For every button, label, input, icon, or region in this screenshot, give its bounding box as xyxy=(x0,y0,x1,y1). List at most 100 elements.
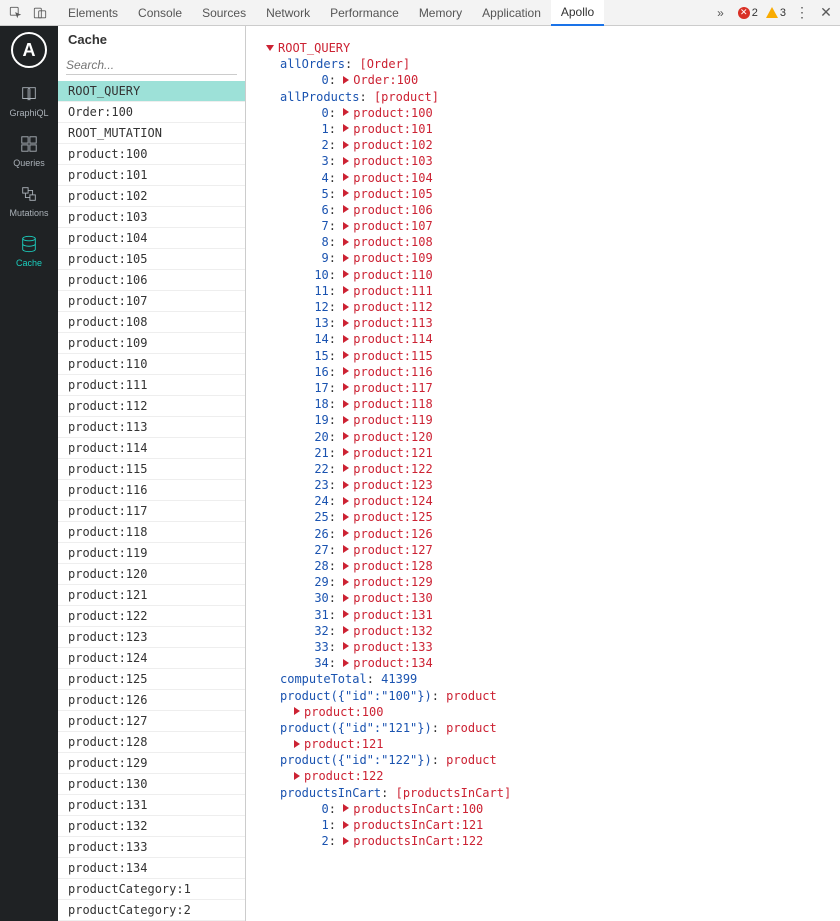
tree-ref-link[interactable]: product:114 xyxy=(353,332,432,346)
cache-entry[interactable]: product:129 xyxy=(58,753,245,774)
cache-entry[interactable]: product:113 xyxy=(58,417,245,438)
caret-right-icon[interactable] xyxy=(343,594,349,602)
tree-ref-link[interactable]: product:109 xyxy=(353,251,432,265)
devtools-tab-apollo[interactable]: Apollo xyxy=(551,0,604,26)
caret-right-icon[interactable] xyxy=(343,157,349,165)
caret-right-icon[interactable] xyxy=(343,659,349,667)
cache-entry[interactable]: product:110 xyxy=(58,354,245,375)
caret-right-icon[interactable] xyxy=(343,578,349,586)
cache-entry[interactable]: product:104 xyxy=(58,228,245,249)
vnav-item-queries[interactable]: Queries xyxy=(0,126,58,176)
caret-right-icon[interactable] xyxy=(343,76,349,84)
cache-entry[interactable]: product:103 xyxy=(58,207,245,228)
tree-ref-link[interactable]: productsInCart:100 xyxy=(353,802,483,816)
tree-ref-link[interactable]: product:122 xyxy=(304,769,383,783)
tree-ref-link[interactable]: product:110 xyxy=(353,268,432,282)
caret-right-icon[interactable] xyxy=(343,642,349,650)
caret-down-icon[interactable] xyxy=(266,45,274,51)
caret-right-icon[interactable] xyxy=(343,562,349,570)
tree-ref-link[interactable]: product:117 xyxy=(353,381,432,395)
cache-entry[interactable]: product:106 xyxy=(58,270,245,291)
caret-right-icon[interactable] xyxy=(343,837,349,845)
caret-right-icon[interactable] xyxy=(294,707,300,715)
devtools-tab-application[interactable]: Application xyxy=(472,0,551,26)
tree-ref-link[interactable]: Order:100 xyxy=(353,73,418,87)
caret-right-icon[interactable] xyxy=(343,481,349,489)
cache-entry[interactable]: product:107 xyxy=(58,291,245,312)
cache-entry[interactable]: product:111 xyxy=(58,375,245,396)
tree-ref-link[interactable]: product:132 xyxy=(353,624,432,638)
cache-entry[interactable]: product:101 xyxy=(58,165,245,186)
tree-ref-link[interactable]: product:111 xyxy=(353,284,432,298)
tree-field-key[interactable]: allProducts xyxy=(280,90,359,104)
cache-entry[interactable]: product:116 xyxy=(58,480,245,501)
cache-entry[interactable]: product:127 xyxy=(58,711,245,732)
vnav-item-graphiql[interactable]: GraphiQL xyxy=(0,76,58,126)
cache-entry[interactable]: product:124 xyxy=(58,648,245,669)
caret-right-icon[interactable] xyxy=(343,626,349,634)
vnav-item-mutations[interactable]: Mutations xyxy=(0,176,58,226)
tree-field-key[interactable]: product({"id":"121"}) xyxy=(280,721,432,735)
tree-ref-link[interactable]: product:112 xyxy=(353,300,432,314)
devtools-close-icon[interactable]: ✕ xyxy=(818,4,834,21)
cache-entry[interactable]: product:126 xyxy=(58,690,245,711)
tree-ref-link[interactable]: product:106 xyxy=(353,203,432,217)
caret-right-icon[interactable] xyxy=(343,513,349,521)
caret-right-icon[interactable] xyxy=(343,610,349,618)
tree-ref-link[interactable]: product:100 xyxy=(304,705,383,719)
tree-ref-link[interactable]: product:119 xyxy=(353,413,432,427)
caret-right-icon[interactable] xyxy=(343,432,349,440)
caret-right-icon[interactable] xyxy=(343,303,349,311)
devtools-tab-network[interactable]: Network xyxy=(256,0,320,26)
tree-ref-link[interactable]: product:120 xyxy=(353,430,432,444)
warning-count-badge[interactable]: 3 xyxy=(766,7,786,19)
caret-right-icon[interactable] xyxy=(343,497,349,505)
tree-field-key[interactable]: productsInCart xyxy=(280,786,381,800)
cache-entry[interactable]: product:130 xyxy=(58,774,245,795)
caret-right-icon[interactable] xyxy=(343,238,349,246)
tree-ref-link[interactable]: product:102 xyxy=(353,138,432,152)
tree-ref-link[interactable]: product:118 xyxy=(353,397,432,411)
tree-ref-link[interactable]: productsInCart:122 xyxy=(353,834,483,848)
cache-entry[interactable]: product:108 xyxy=(58,312,245,333)
tree-ref-link[interactable]: product:123 xyxy=(353,478,432,492)
cache-entry[interactable]: product:112 xyxy=(58,396,245,417)
tree-ref-link[interactable]: product:101 xyxy=(353,122,432,136)
caret-right-icon[interactable] xyxy=(343,222,349,230)
caret-right-icon[interactable] xyxy=(343,464,349,472)
devtools-tab-performance[interactable]: Performance xyxy=(320,0,409,26)
tree-ref-link[interactable]: product:125 xyxy=(353,510,432,524)
caret-right-icon[interactable] xyxy=(343,804,349,812)
tree-ref-link[interactable]: product:134 xyxy=(353,656,432,670)
tree-field-key[interactable]: product({"id":"100"}) xyxy=(280,689,432,703)
cache-entry[interactable]: product:114 xyxy=(58,438,245,459)
cache-entry[interactable]: product:109 xyxy=(58,333,245,354)
caret-right-icon[interactable] xyxy=(343,383,349,391)
cache-entry[interactable]: product:128 xyxy=(58,732,245,753)
cache-entry[interactable]: product:102 xyxy=(58,186,245,207)
tree-root[interactable]: ROOT_QUERY xyxy=(278,41,350,55)
cache-entry[interactable]: product:100 xyxy=(58,144,245,165)
tree-ref-link[interactable]: product:124 xyxy=(353,494,432,508)
tree-ref-link[interactable]: product:129 xyxy=(353,575,432,589)
cache-entry[interactable]: productCategory:1 xyxy=(58,879,245,900)
cache-entry[interactable]: product:117 xyxy=(58,501,245,522)
tree-ref-link[interactable]: product:107 xyxy=(353,219,432,233)
caret-right-icon[interactable] xyxy=(343,416,349,424)
caret-right-icon[interactable] xyxy=(343,319,349,327)
cache-entry[interactable]: ROOT_QUERY xyxy=(58,81,245,102)
caret-right-icon[interactable] xyxy=(343,254,349,262)
cache-entry[interactable]: product:115 xyxy=(58,459,245,480)
caret-right-icon[interactable] xyxy=(343,400,349,408)
tree-ref-link[interactable]: productsInCart:121 xyxy=(353,818,483,832)
caret-right-icon[interactable] xyxy=(343,529,349,537)
caret-right-icon[interactable] xyxy=(343,124,349,132)
caret-right-icon[interactable] xyxy=(294,740,300,748)
cache-entry[interactable]: product:120 xyxy=(58,564,245,585)
caret-right-icon[interactable] xyxy=(343,141,349,149)
tree-ref-link[interactable]: product:130 xyxy=(353,591,432,605)
tree-ref-link[interactable]: product:115 xyxy=(353,349,432,363)
tree-ref-link[interactable]: product:128 xyxy=(353,559,432,573)
devtools-tab-memory[interactable]: Memory xyxy=(409,0,472,26)
tree-field-key[interactable]: computeTotal xyxy=(280,672,367,686)
